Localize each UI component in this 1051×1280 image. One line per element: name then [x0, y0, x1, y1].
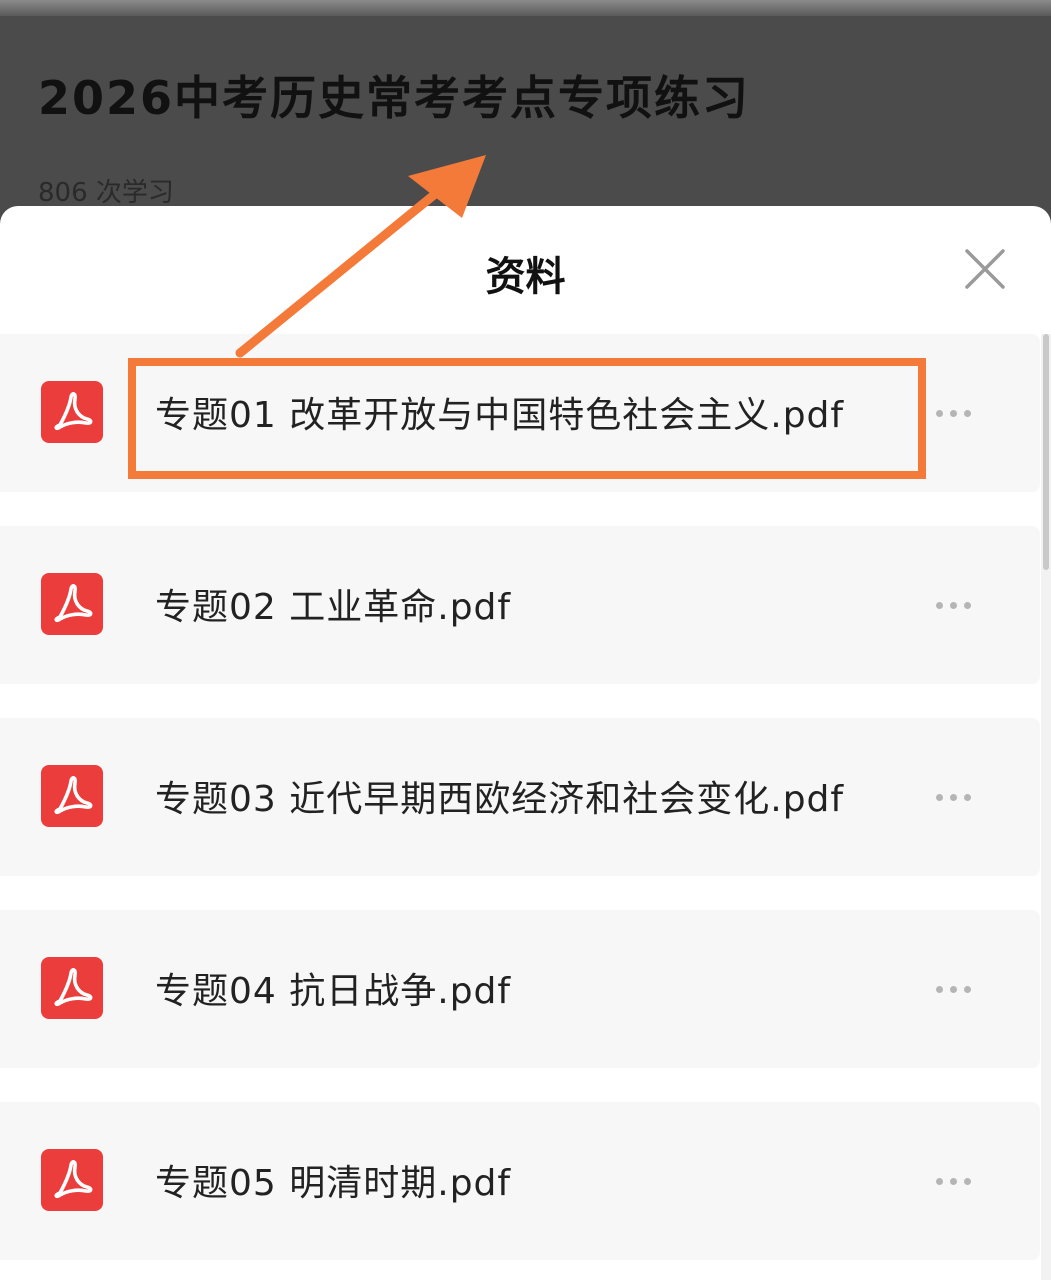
materials-sheet: 资料 专题01 改革开放与中国特色社会主义.pdf 专题02 工业革命.pdf … — [0, 206, 1051, 1280]
pdf-icon — [41, 381, 103, 443]
file-item[interactable]: 专题02 工业革命.pdf — [0, 526, 1040, 684]
sheet-title: 资料 — [485, 254, 566, 300]
pdf-icon — [41, 765, 103, 827]
file-item[interactable]: 专题05 明清时期.pdf — [0, 1102, 1040, 1260]
file-list: 专题01 改革开放与中国特色社会主义.pdf 专题02 工业革命.pdf 专题0… — [0, 334, 1040, 1280]
more-options-button[interactable] — [930, 972, 978, 1006]
file-item[interactable]: 专题01 改革开放与中国特色社会主义.pdf — [0, 334, 1040, 492]
more-options-button[interactable] — [930, 1164, 978, 1198]
close-button[interactable] — [958, 242, 1012, 296]
file-name: 专题05 明清时期.pdf — [155, 1163, 512, 1204]
file-item[interactable]: 专题03 近代早期西欧经济和社会变化.pdf — [0, 718, 1040, 876]
background-texture — [0, 0, 1051, 16]
more-options-button[interactable] — [930, 780, 978, 814]
file-item[interactable]: 专题04 抗日战争.pdf — [0, 910, 1040, 1068]
close-icon — [965, 249, 1005, 289]
pdf-icon — [41, 573, 103, 635]
file-name: 专题02 工业革命.pdf — [155, 587, 512, 628]
file-name: 专题01 改革开放与中国特色社会主义.pdf — [155, 395, 845, 436]
pdf-icon — [41, 1149, 103, 1211]
scrollbar-thumb[interactable] — [1043, 334, 1049, 570]
study-count: 806 次学习 — [38, 178, 174, 208]
more-options-button[interactable] — [930, 396, 978, 430]
more-options-button[interactable] — [930, 588, 978, 622]
course-title: 2026中考历史常考考点专项练习 — [38, 71, 751, 125]
scrollbar[interactable] — [1041, 334, 1051, 1280]
file-name: 专题03 近代早期西欧经济和社会变化.pdf — [155, 779, 845, 820]
file-name: 专题04 抗日战争.pdf — [155, 971, 512, 1012]
screen: 2026中考历史常考考点专项练习 806 次学习 资料 专题01 改革开放与中国… — [0, 0, 1051, 1280]
sheet-header: 资料 — [0, 206, 1051, 334]
pdf-icon — [41, 957, 103, 1019]
